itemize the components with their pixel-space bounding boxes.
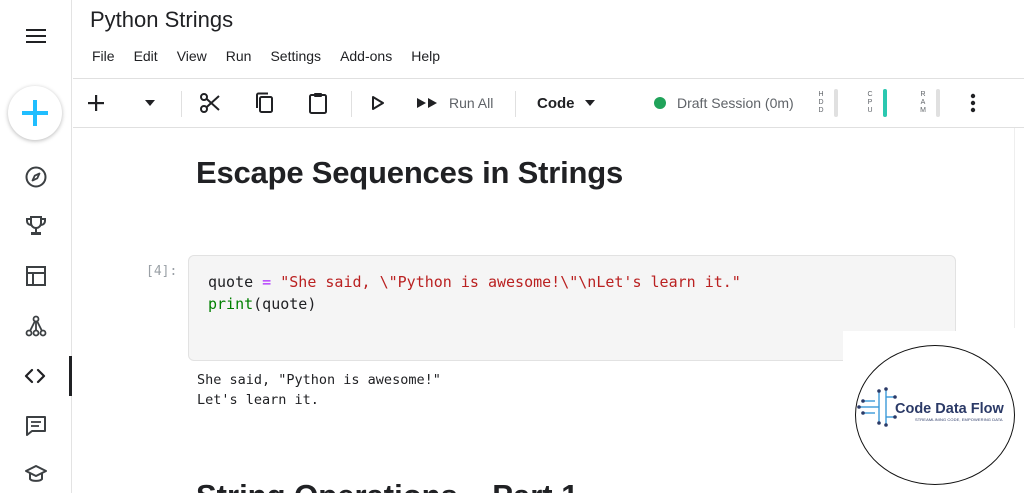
left-sidebar: [0, 0, 72, 493]
cpu-meter[interactable]: CPU: [866, 89, 887, 117]
code-token-variable: quote: [208, 273, 254, 291]
sidebar-item-datasets[interactable]: [0, 256, 72, 296]
code-token-operator: =: [253, 273, 281, 291]
ram-meter-bar: [936, 89, 940, 117]
menu-file[interactable]: File: [92, 48, 115, 64]
hdd-meter-bar: [834, 89, 838, 117]
sidebar-item-competitions[interactable]: [0, 206, 72, 246]
session-status[interactable]: Draft Session (0m): [654, 79, 804, 127]
menu-edit[interactable]: Edit: [134, 48, 158, 64]
more-options-button[interactable]: [961, 79, 985, 127]
logo-brand-text: Code Data Flow: [895, 401, 1004, 417]
comment-icon: [26, 416, 46, 436]
copy-button[interactable]: [249, 79, 279, 127]
menu-icon[interactable]: [0, 16, 72, 56]
meter-letter: A: [920, 99, 926, 106]
menu-bar: File Edit View Run Settings Add-ons Help: [92, 48, 459, 64]
code-icon: [24, 368, 45, 384]
add-cell-dropdown[interactable]: [137, 79, 163, 127]
trophy-icon: [26, 216, 46, 235]
cell-execution-count: [4]:: [146, 264, 178, 279]
layout-icon: [26, 266, 46, 286]
meter-letter: U: [867, 107, 873, 114]
code-cell[interactable]: quote = "She said, \"Python is awesome!\…: [188, 255, 956, 361]
model-tree-icon: [25, 315, 47, 337]
cell-output: She said, "Python is awesome!" Let's lea…: [197, 370, 441, 410]
run-all-label: Run All: [449, 95, 494, 111]
code-token-builtin: print: [208, 295, 254, 313]
add-cell-button[interactable]: [81, 79, 111, 127]
sidebar-item-compass[interactable]: [0, 157, 72, 197]
toolbar-divider: [181, 91, 182, 117]
toolbar-divider: [515, 91, 516, 117]
meter-letter: D: [818, 107, 824, 114]
plus-icon: [88, 95, 104, 111]
run-cell-button[interactable]: [365, 79, 391, 127]
play-icon: [372, 96, 384, 110]
cut-button[interactable]: [195, 79, 225, 127]
fast-forward-icon: [417, 98, 437, 108]
code-line-2[interactable]: print(quote): [208, 295, 316, 313]
menu-settings[interactable]: Settings: [270, 48, 321, 64]
more-vertical-icon: [970, 93, 976, 113]
notebook-toolbar: Run All Code Draft Session (0m) HDD CPU …: [73, 78, 1024, 128]
session-status-dot: [654, 97, 666, 109]
logo-tagline: STREAMLINING CODE, EMPOWERING DATA: [915, 417, 1003, 422]
run-all-button[interactable]: Run All: [415, 79, 507, 127]
hdd-meter[interactable]: HDD: [817, 89, 838, 117]
notebook-title[interactable]: Python Strings: [90, 7, 233, 33]
menu-add-ons[interactable]: Add-ons: [340, 48, 392, 64]
plus-icon: [22, 100, 48, 126]
sidebar-item-discussions[interactable]: [0, 406, 72, 446]
menu-view[interactable]: View: [177, 48, 207, 64]
caret-down-icon: [145, 100, 155, 106]
ram-meter-label: RAM: [919, 91, 927, 115]
cpu-meter-fill: [883, 89, 887, 117]
paste-button[interactable]: [303, 79, 333, 127]
meter-letter: R: [920, 91, 926, 98]
cpu-meter-bar: [883, 89, 887, 117]
scissors-icon: [200, 93, 220, 113]
school-icon: [25, 465, 47, 482]
meter-letter: M: [920, 107, 926, 114]
markdown-heading-next[interactable]: String Operations – Part 1: [196, 478, 578, 493]
ram-meter[interactable]: RAM: [919, 89, 940, 117]
clipboard-icon: [309, 93, 327, 114]
code-token-string: "She said, \"Python is awesome!\"\nLet's…: [280, 273, 741, 291]
sidebar-item-code[interactable]: [0, 356, 72, 396]
meter-letter: H: [818, 91, 824, 98]
code-line-1[interactable]: quote = "She said, \"Python is awesome!\…: [208, 273, 741, 291]
sidebar-item-models[interactable]: [0, 306, 72, 346]
hdd-meter-label: HDD: [817, 91, 825, 115]
watermark-logo: Code Data Flow STREAMLINING CODE, EMPOWE…: [843, 331, 1024, 493]
code-token-args: (quote): [253, 295, 317, 313]
markdown-heading[interactable]: Escape Sequences in Strings: [196, 155, 623, 191]
output-line: She said, "Python is awesome!": [197, 372, 441, 388]
cell-type-select[interactable]: Code: [537, 79, 613, 127]
meter-letter: P: [867, 99, 873, 106]
menu-help[interactable]: Help: [411, 48, 440, 64]
right-panel-edge: [1014, 128, 1024, 328]
menu-run[interactable]: Run: [226, 48, 252, 64]
toolbar-divider: [351, 91, 352, 117]
caret-down-icon: [584, 100, 595, 106]
meter-letter: D: [818, 99, 824, 106]
copy-icon: [256, 92, 273, 113]
session-label: Draft Session (0m): [677, 95, 794, 111]
output-line: Let's learn it.: [197, 392, 319, 408]
compass-icon: [25, 166, 47, 188]
create-button[interactable]: [8, 86, 62, 140]
cell-type-label: Code: [537, 94, 575, 112]
meter-letter: C: [867, 91, 873, 98]
sidebar-item-learn[interactable]: [0, 455, 72, 493]
cpu-meter-label: CPU: [866, 91, 874, 115]
